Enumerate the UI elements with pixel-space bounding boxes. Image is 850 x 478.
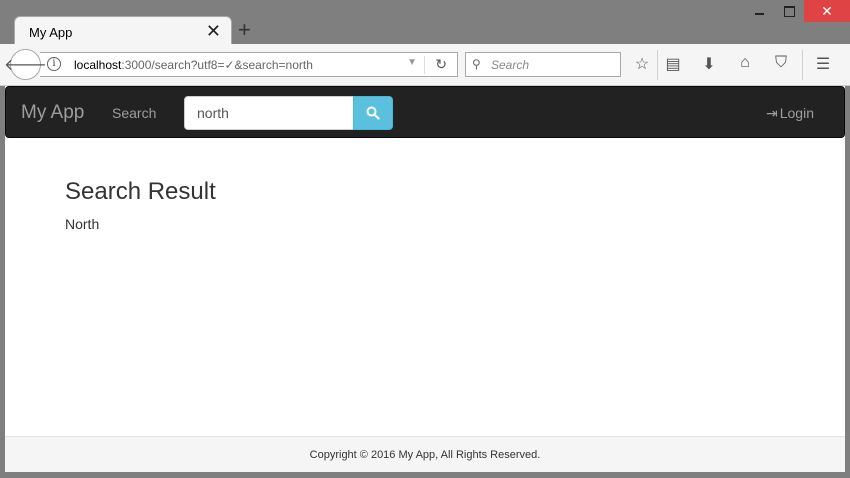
page-viewport: My App Search ⇥Login Search Result North… [5,86,845,472]
toolbar-divider [657,50,658,80]
url-text[interactable]: localhost:3000/search?utf8=✓&search=nort… [74,58,313,72]
login-label: Login [779,105,814,121]
search-result-item: North [65,216,100,232]
url-host: localhost [74,58,122,72]
url-bar[interactable]: i localhost:3000/search?utf8=✓&search=no… [40,52,458,77]
nav-search-link[interactable]: Search [112,105,156,121]
login-link[interactable]: ⇥ Login [766,105,814,122]
page-title: Search Result [65,178,216,205]
browser-toolbar: i localhost:3000/search?utf8=✓&search=no… [0,44,850,86]
url-dropdown-icon[interactable]: ▼ [407,57,417,68]
pocket-icon[interactable]: ⛉ [771,54,791,72]
login-icon: ⇥ [766,105,778,121]
browser-search-box[interactable]: ⚲ Search [465,52,621,77]
app-navbar: My App Search ⇥Login [5,86,845,138]
reload-icon[interactable]: ↻ [435,56,447,73]
tab-my-app[interactable]: My App ✕ [14,16,232,46]
menu-icon[interactable]: ☰ [813,54,833,74]
tab-close-icon[interactable]: ✕ [206,22,221,40]
url-divider [424,56,425,74]
url-path: :3000/search?utf8=✓&search=north [121,58,313,72]
info-icon[interactable]: i [47,57,61,71]
brand-link[interactable]: My App [21,102,84,124]
new-tab-icon[interactable]: + [238,18,251,42]
search-icon: ⚲ [472,57,481,71]
back-button[interactable]: 🡐 [4,49,47,80]
browser-search-placeholder: Search [491,58,530,72]
search-input[interactable] [184,96,354,130]
download-icon[interactable]: ⬇ [699,54,719,74]
home-icon[interactable]: ⌂ [735,54,755,72]
tab-title: My App [29,25,73,40]
back-arrow-icon: 🡐 [4,57,47,74]
reading-list-icon[interactable]: ▤ [663,54,683,74]
toolbar-divider [802,50,803,80]
tab-strip: My App ✕ + [0,14,850,46]
search-icon [366,106,380,120]
footer: Copyright © 2016 My App, All Rights Rese… [5,436,845,472]
bookmark-star-icon[interactable]: ☆ [632,54,652,74]
search-button[interactable] [353,96,393,130]
